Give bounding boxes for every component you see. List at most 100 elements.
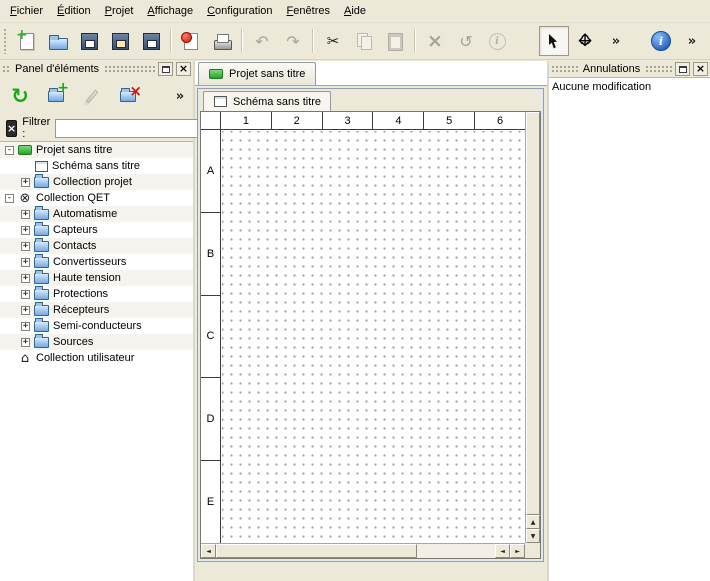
printer-icon [211,30,233,52]
expand-icon[interactable] [21,274,30,283]
tree-item-schema-sans-titre[interactable]: Schéma sans titre [0,158,193,174]
redo-icon [282,30,304,52]
move-tool-button[interactable] [570,26,600,56]
about-button[interactable] [646,26,676,56]
scroll-down-button[interactable] [526,529,540,543]
elements-panel-titlebar[interactable]: Panel d'éléments [0,61,193,77]
tree-item-collection-utilisateur[interactable]: Collection utilisateur [0,350,193,366]
selection-info-button[interactable] [482,26,512,56]
panel-overflow-button[interactable] [172,81,188,111]
save-as-icon [109,30,131,52]
diagram-view[interactable]: 1 2 3 4 5 6 A B C D E [200,111,541,559]
toolbar-overflow-button[interactable] [677,26,707,56]
vertical-scrollbar[interactable] [525,112,540,543]
info-circle-icon [486,30,508,52]
tree-item-label: Convertisseurs [53,256,126,268]
undo-history-list[interactable]: Aucune modification [549,77,710,581]
menu-projet[interactable]: Projet [98,1,141,21]
open-document-button[interactable] [43,26,73,56]
toolbar-separator [414,29,416,53]
close-dock-button[interactable] [693,62,708,76]
scrollbar-thumb[interactable] [216,544,417,558]
menu-affichage[interactable]: Affichage [140,1,200,21]
tree-item-convertisseurs[interactable]: Convertisseurs [0,254,193,270]
close-dock-button[interactable] [176,62,191,76]
diagram-header-corner [201,112,221,130]
tree-item-haute-tension[interactable]: Haute tension [0,270,193,286]
scroll-left-button-2[interactable] [495,544,510,558]
undo-button[interactable] [247,26,277,56]
diagram-grid-canvas[interactable] [222,131,525,543]
dock-grip [551,65,578,73]
tree-item-protections[interactable]: Protections [0,286,193,302]
tree-item-semi-conducteurs[interactable]: Semi-conducteurs [0,318,193,334]
scroll-up-button[interactable] [526,515,540,529]
tree-item-label: Protections [53,288,108,300]
scroll-left-button[interactable] [201,544,216,558]
tree-item-capteurs[interactable]: Capteurs [0,222,193,238]
new-element-button[interactable] [41,81,71,111]
scroll-right-button[interactable] [510,544,525,558]
tree-item-contacts[interactable]: Contacts [0,238,193,254]
menu-fichier[interactable]: Fichier [3,1,50,21]
scrollbar-thumb[interactable] [526,112,540,515]
expand-icon[interactable] [21,322,30,331]
menu-fenetres[interactable]: Fenêtres [280,1,337,21]
redo-button[interactable] [278,26,308,56]
schema-window: Schéma sans titre 1 2 3 4 5 6 A [197,88,544,562]
save-as-button[interactable] [105,26,135,56]
folder-icon [34,320,49,332]
rotate-selection-button[interactable] [451,26,481,56]
reload-collections-button[interactable] [5,81,35,111]
expand-icon[interactable] [21,178,30,187]
expand-icon[interactable] [21,210,30,219]
toolbar-handle[interactable] [3,28,8,54]
collapse-icon[interactable] [5,146,14,155]
close-document-button[interactable] [176,26,206,56]
folder-icon [34,224,49,236]
filter-input[interactable] [55,119,205,138]
expand-icon[interactable] [21,242,30,251]
edit-element-button[interactable] [77,81,107,111]
tree-item-recepteurs[interactable]: Récepteurs [0,302,193,318]
menu-aide[interactable]: Aide [337,1,373,21]
new-document-button[interactable] [12,26,42,56]
delete-element-button[interactable] [113,81,143,111]
expand-icon[interactable] [21,258,30,267]
tree-item-projet-sans-titre[interactable]: Projet sans titre [0,142,193,158]
row-header: A B C D E [201,130,221,543]
paste-button[interactable] [380,26,410,56]
row-label: B [201,213,220,296]
horizontal-scrollbar[interactable] [201,543,525,558]
cut-button[interactable] [318,26,348,56]
expand-icon[interactable] [21,338,30,347]
float-dock-button[interactable] [158,62,173,76]
copy-button[interactable] [349,26,379,56]
save-button[interactable] [74,26,104,56]
tab-schema-sans-titre[interactable]: Schéma sans titre [203,91,331,111]
row-label: E [201,461,220,543]
tree-item-automatisme[interactable]: Automatisme [0,206,193,222]
save-all-button[interactable] [136,26,166,56]
tree-item-label: Haute tension [53,272,121,284]
collapse-icon[interactable] [5,194,14,203]
expand-icon[interactable] [21,306,30,315]
expand-icon[interactable] [21,290,30,299]
tree-item-sources[interactable]: Sources [0,334,193,350]
clear-filter-button[interactable] [6,120,17,137]
expand-icon[interactable] [21,226,30,235]
menu-configuration[interactable]: Configuration [200,1,279,21]
column-header: 1 2 3 4 5 6 [221,112,525,130]
undo-dock-titlebar[interactable]: Annulations [549,61,710,77]
tab-projet-sans-titre[interactable]: Projet sans titre [198,62,316,85]
tree-item-label: Schéma sans titre [52,160,140,172]
delete-selection-button[interactable] [420,26,450,56]
copy-icon [353,30,375,52]
tree-item-collection-projet[interactable]: Collection projet [0,174,193,190]
print-button[interactable] [207,26,237,56]
menu-edition[interactable]: Édition [50,1,98,21]
more-tools-button[interactable] [601,26,631,56]
select-tool-button[interactable] [539,26,569,56]
tree-item-collection-qet[interactable]: Collection QET [0,190,193,206]
float-dock-button[interactable] [675,62,690,76]
